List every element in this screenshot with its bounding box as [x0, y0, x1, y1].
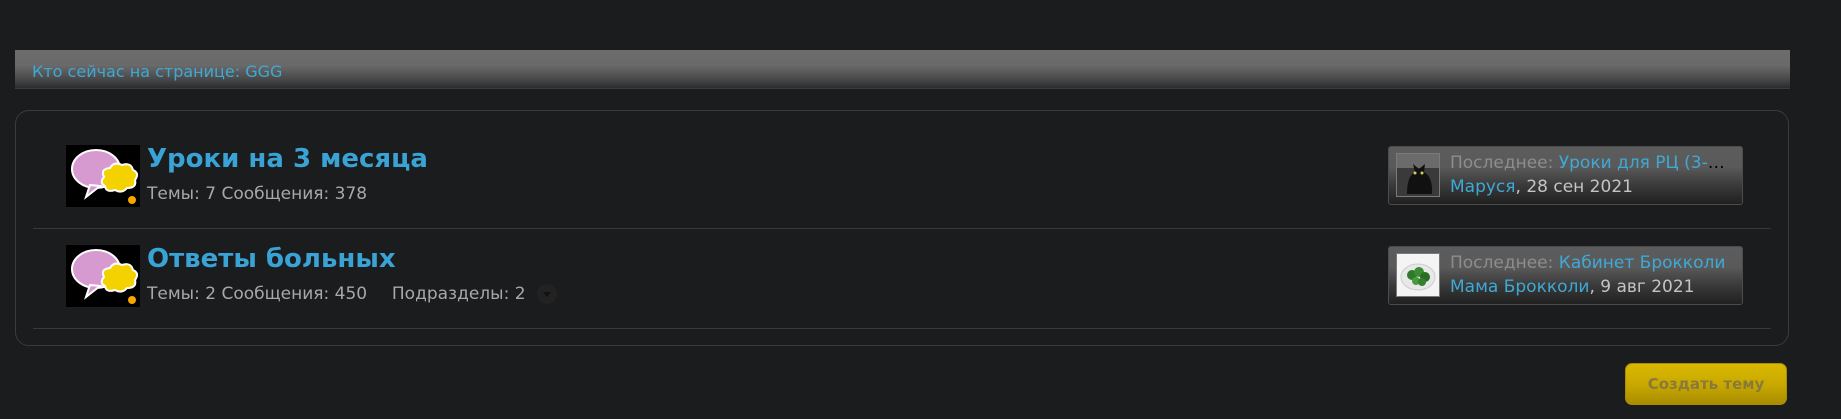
who-online-bar: Кто сейчас на странице: GGG — [15, 50, 1790, 89]
forum-stats: Темы: 7 Сообщения: 378 — [147, 184, 367, 204]
cat-avatar[interactable] — [1396, 153, 1440, 197]
topics-count: 7 — [205, 184, 217, 204]
who-online-text: Кто сейчас на странице: GGG — [32, 62, 283, 81]
topics-count: 2 — [205, 284, 217, 304]
last-post-user-link[interactable]: Маруся — [1450, 177, 1516, 197]
speech-bubbles-icon — [66, 245, 140, 307]
last-post-thread-link[interactable]: Уроки для РЦ (3-й се... — [1559, 153, 1735, 173]
last-post-line: Последнее: Уроки для РЦ (3-й се... — [1450, 153, 1735, 173]
last-post-date: , 28 сен 2021 — [1515, 177, 1633, 197]
last-post-box: Последнее: Уроки для РЦ (3-й се... Марус… — [1388, 146, 1743, 205]
create-thread-button[interactable]: Создать тему — [1625, 363, 1787, 405]
forum-stats: Темы: 2 Сообщения: 450 Подразделы: 2 — [147, 284, 557, 304]
forum-list: Уроки на 3 месяца Темы: 7 Сообщения: 378… — [15, 110, 1789, 346]
subforums-count: 2 — [514, 284, 526, 304]
last-post-label: Последнее: — [1450, 153, 1554, 173]
topics-label: Темы: — [147, 284, 200, 304]
forum-title[interactable]: Ответы больных — [147, 244, 396, 274]
last-post-user-link[interactable]: Мама Брокколи — [1450, 277, 1589, 297]
broccoli-avatar[interactable] — [1396, 253, 1440, 297]
last-post-line: Последнее: Кабинет Брокколи — [1450, 253, 1735, 273]
last-post-meta: Мама Брокколи, 9 авг 2021 — [1450, 277, 1695, 297]
subforums-label: Подразделы: — [391, 284, 510, 304]
topics-label: Темы: — [147, 184, 200, 204]
speech-bubbles-icon — [66, 145, 140, 207]
last-post-label: Последнее: — [1450, 253, 1554, 273]
last-post-box: Последнее: Кабинет Брокколи Мама Броккол… — [1388, 246, 1743, 305]
forum-row: Уроки на 3 месяца Темы: 7 Сообщения: 378… — [33, 129, 1771, 229]
forum-title[interactable]: Уроки на 3 месяца — [147, 144, 428, 174]
posts-count: 378 — [334, 184, 368, 204]
posts-count: 450 — [334, 284, 368, 304]
last-post-thread-link[interactable]: Кабинет Брокколи — [1559, 253, 1726, 273]
last-post-date: , 9 авг 2021 — [1589, 277, 1695, 297]
posts-label: Сообщения: — [221, 284, 330, 304]
forum-row: Ответы больных Темы: 2 Сообщения: 450 По… — [33, 229, 1771, 329]
last-post-meta: Маруся, 28 сен 2021 — [1450, 177, 1633, 197]
chevron-down-icon[interactable] — [536, 284, 557, 304]
posts-label: Сообщения: — [221, 184, 330, 204]
